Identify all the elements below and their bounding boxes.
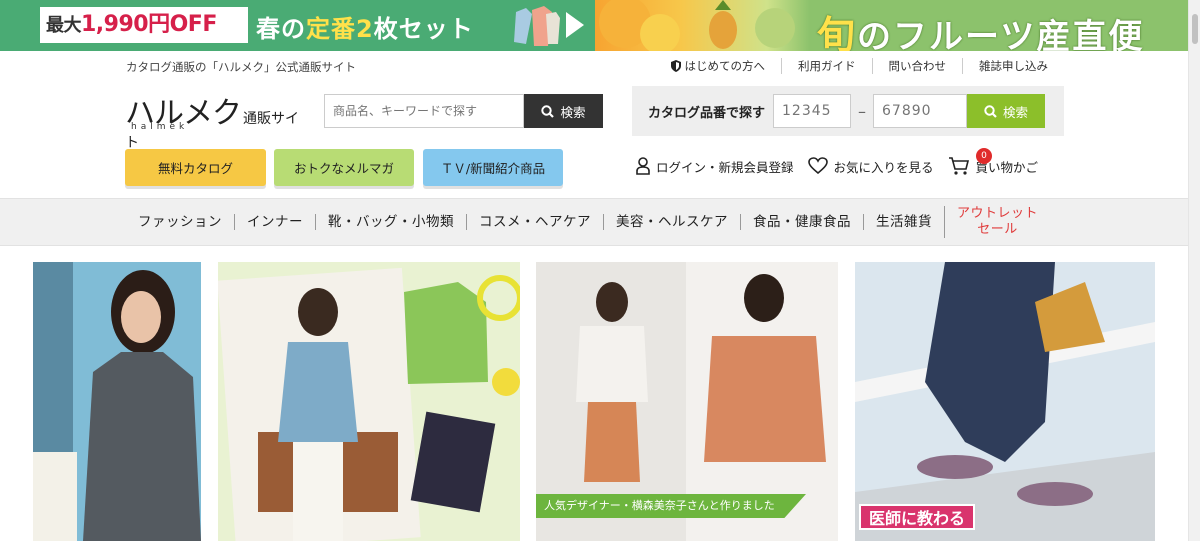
free-catalog-button[interactable]: 無料カタログ <box>125 149 266 186</box>
promo-arrow-icon <box>566 12 584 38</box>
search-input[interactable] <box>324 94 524 128</box>
scrollbar-thumb[interactable] <box>1192 14 1198 44</box>
search-button-label: 検索 <box>560 104 586 120</box>
account-links: ログイン・新規会員登録 お気に入りを見る 買い物かご 0 <box>636 148 1052 182</box>
promo-fruits[interactable]: 旬のフルーツ産直便 <box>595 0 1188 51</box>
search-icon <box>984 104 997 118</box>
category-outlet-sale[interactable]: アウトレット セール <box>944 206 1050 238</box>
hero-card-2[interactable] <box>218 262 520 541</box>
user-icon <box>636 157 650 175</box>
cart-count-badge: 0 <box>976 148 992 164</box>
newsletter-button[interactable]: おトクなメルマガ <box>274 149 414 186</box>
category-food[interactable]: 食品・健康食品 <box>740 214 863 230</box>
utility-link-contact[interactable]: 問い合わせ <box>871 58 963 74</box>
utility-link-label: 問い合わせ <box>888 59 947 73</box>
logo-roman: halmek <box>131 122 189 132</box>
login-label: ログイン・新規会員登録 <box>656 159 794 175</box>
heart-icon <box>807 157 828 175</box>
promo-fruits-title-b: のフルーツ産直便 <box>857 17 1145 51</box>
category-beauty-health[interactable]: 美容・ヘルスケア <box>603 214 740 230</box>
utility-link-label: はじめての方へ <box>684 59 766 73</box>
promo-fruits-title: 旬のフルーツ産直便 <box>817 4 1144 51</box>
promo-text-c: 2 <box>356 15 374 43</box>
keyword-search: 検索 <box>324 94 603 128</box>
hero-card-3[interactable]: 人気デザイナー・横森美奈子さんと作りました <box>536 262 838 541</box>
promo-discount: 1,990円OFF <box>81 12 217 37</box>
card3-caption: 人気デザイナー・横森美奈子さんと作りました <box>536 494 806 518</box>
promo-text-b: 定番 <box>306 15 356 43</box>
outlet-line1: アウトレット <box>957 206 1039 221</box>
utility-link-label: 利用ガイド <box>798 59 856 73</box>
login-link[interactable]: ログイン・新規会員登録 <box>636 157 794 176</box>
leaf-shield-icon <box>670 60 681 72</box>
promo-banner: 最大1,990円OFF 春の定番2枚セット 旬のフルーツ産直便 <box>0 0 1188 51</box>
page-scrollbar[interactable] <box>1188 0 1200 541</box>
card4-caption: 医師に教わる <box>859 504 976 530</box>
catalog-search-button[interactable]: 検索 <box>967 94 1046 128</box>
tv-newspaper-button[interactable]: ＴＶ/新聞紹介商品 <box>423 149 563 186</box>
utility-link-first-time[interactable]: はじめての方へ <box>655 58 782 74</box>
promo-prefix: 最大 <box>46 15 82 36</box>
category-inner[interactable]: インナー <box>234 214 315 230</box>
utility-link-label: 雑誌申し込み <box>979 59 1048 73</box>
favorites-label: お気に入りを見る <box>833 159 934 175</box>
search-button[interactable]: 検索 <box>524 94 603 128</box>
catalog-number-search: カタログ品番で探す – 検索 <box>632 86 1064 136</box>
promo-spring-text: 春の定番2枚セット <box>256 9 474 44</box>
woman-shirt-image <box>33 262 201 541</box>
promo-spring-set[interactable]: 最大1,990円OFF 春の定番2枚セット <box>0 0 595 51</box>
category-nav: ファッション インナー 靴・バッグ・小物類 コスメ・ヘアケア 美容・ヘルスケア … <box>0 198 1188 246</box>
site-logo[interactable]: ハルメク 通販サイト halmek <box>125 88 305 151</box>
promo-discount-box: 最大1,990円OFF <box>40 7 248 43</box>
clothes-image <box>514 6 560 46</box>
woman-blouse-image <box>218 262 520 541</box>
utility-links: はじめての方へ 利用ガイド 問い合わせ 雑誌申し込み <box>655 58 1065 74</box>
hero-card-4[interactable]: 医師に教わる <box>855 262 1155 541</box>
search-icon <box>541 104 555 118</box>
catalog-search-label: カタログ品番で探す <box>648 105 766 121</box>
walking-shoes-image <box>855 262 1155 541</box>
favorites-link[interactable]: お気に入りを見る <box>807 157 934 176</box>
utility-link-magazine[interactable]: 雑誌申し込み <box>962 58 1064 74</box>
catalog-number-input-2[interactable] <box>873 94 968 128</box>
fruit-image <box>595 0 810 51</box>
catalog-number-input-1[interactable] <box>773 94 852 128</box>
category-household[interactable]: 生活雑貨 <box>863 214 944 230</box>
promo-fruits-title-a: 旬 <box>817 13 858 51</box>
category-shoes-bags[interactable]: 靴・バッグ・小物類 <box>315 214 466 230</box>
utility-link-guide[interactable]: 利用ガイド <box>781 58 872 74</box>
category-fashion[interactable]: ファッション <box>126 214 234 230</box>
category-cosmetics[interactable]: コスメ・ヘアケア <box>466 214 603 230</box>
promo-text-d: 枚セット <box>373 15 474 43</box>
catalog-search-button-label: 検索 <box>1003 104 1029 120</box>
hero-card-1[interactable] <box>33 262 201 541</box>
cart-icon <box>948 157 969 175</box>
outlet-line2: セール <box>977 222 1018 237</box>
promo-text-a: 春の <box>256 15 306 43</box>
site-tagline: カタログ通販の「ハルメク」公式通販サイト <box>126 60 356 74</box>
cart-link[interactable]: 買い物かご <box>948 156 1038 176</box>
catalog-separator: – <box>858 101 867 121</box>
